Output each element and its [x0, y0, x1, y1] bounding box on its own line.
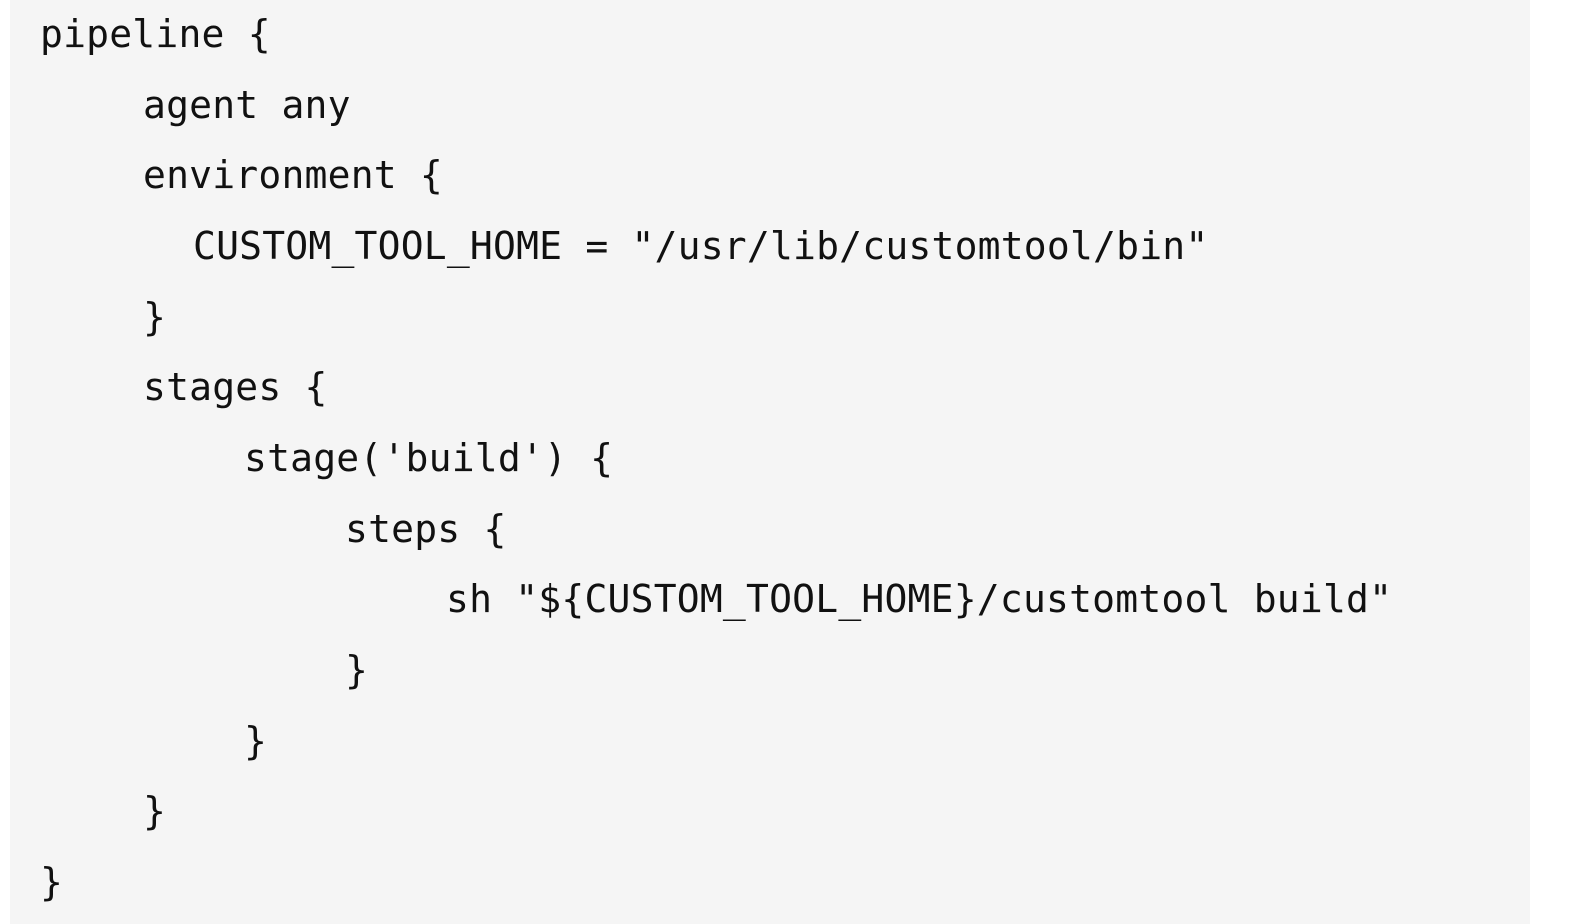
- code-line-11: }: [244, 719, 268, 763]
- code-line-4: CUSTOM_TOOL_HOME = "/usr/lib/customtool/…: [193, 224, 1209, 268]
- code-line-13: }: [40, 860, 64, 904]
- code-line-5: }: [143, 295, 167, 339]
- code-line-12: }: [143, 789, 167, 833]
- code-block: pipeline { agent any environment { CUSTO…: [10, 0, 1530, 924]
- code-line-2: agent any: [143, 83, 351, 127]
- code-line-1: pipeline {: [40, 12, 271, 56]
- code-line-8: steps {: [345, 507, 507, 551]
- code-line-7: stage('build') {: [244, 436, 614, 480]
- code-line-10: }: [345, 648, 369, 692]
- code-line-3: environment {: [143, 153, 444, 197]
- code-line-9: sh "${CUSTOM_TOOL_HOME}/customtool build…: [446, 577, 1393, 621]
- code-line-6: stages {: [143, 365, 328, 409]
